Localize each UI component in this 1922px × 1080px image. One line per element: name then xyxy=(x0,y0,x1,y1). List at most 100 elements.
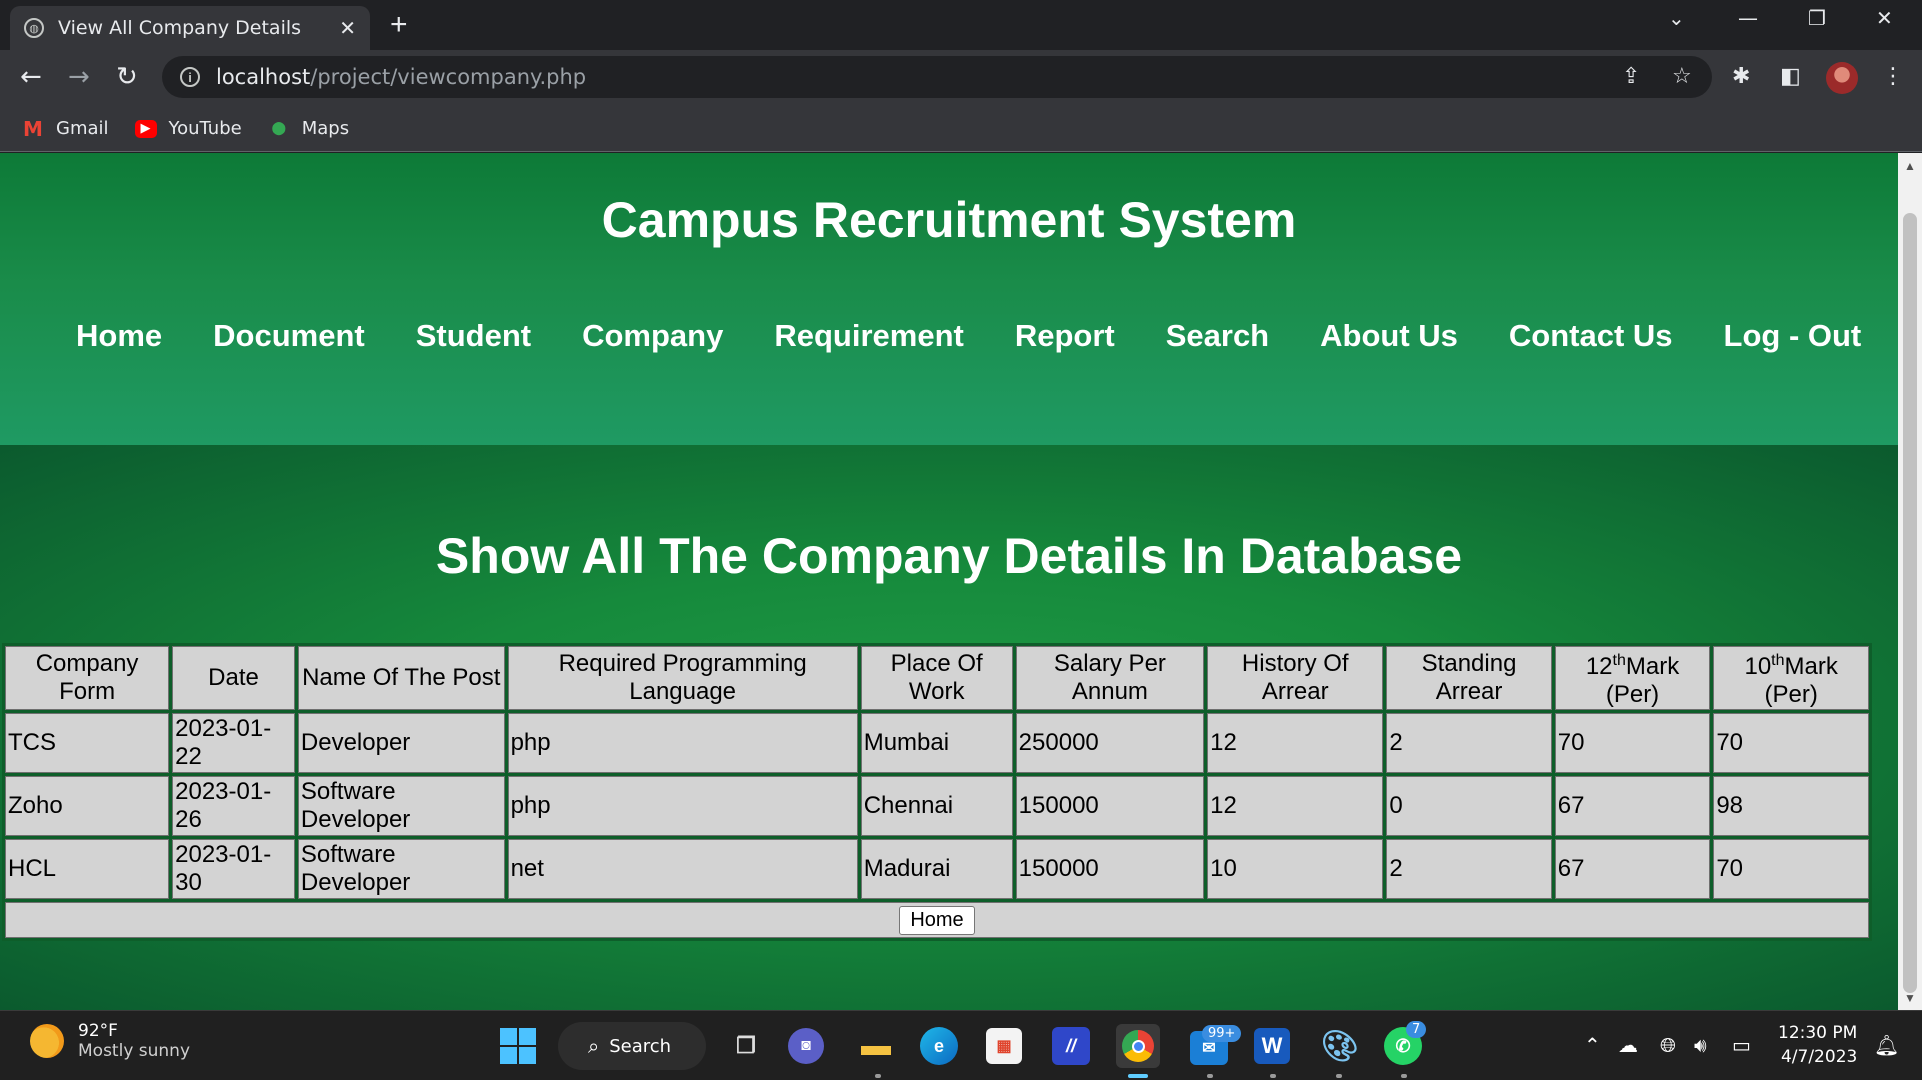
close-tab-icon[interactable]: ✕ xyxy=(339,16,356,41)
profile-avatar[interactable] xyxy=(1826,62,1858,94)
minimize-icon[interactable]: — xyxy=(1738,6,1758,30)
volume-icon[interactable]: 🔊︎ xyxy=(1694,1033,1707,1057)
page-heading: Show All The Company Details In Database xyxy=(435,528,1463,584)
scrollbar-thumb[interactable] xyxy=(1903,213,1917,993)
nav-document[interactable]: Document xyxy=(213,318,365,354)
teams-chat-icon[interactable]: ◙ xyxy=(788,1028,824,1064)
file-explorer-icon[interactable]: ▬ xyxy=(854,1024,898,1068)
url-path: /project/viewcompany.php xyxy=(310,65,587,89)
table-cell: 10 xyxy=(1207,839,1384,899)
nav-student[interactable]: Student xyxy=(416,318,531,354)
show-hidden-icons-chevron[interactable]: ⌃ xyxy=(1584,1033,1601,1057)
column-header: Company Form xyxy=(5,646,170,710)
gmail-icon: M xyxy=(23,116,43,141)
site-info-icon[interactable]: i xyxy=(180,67,200,87)
bookmark-youtube[interactable]: ▶ YouTube xyxy=(134,118,242,139)
new-tab-icon[interactable]: + xyxy=(390,8,408,42)
bookmarks-bar: M Gmail ▶ YouTube ⬤ Maps xyxy=(0,106,1922,152)
share-icon[interactable]: ⇪ xyxy=(1622,64,1640,89)
table-cell: 67 xyxy=(1554,839,1711,899)
mail-badge: 99+ xyxy=(1202,1025,1242,1042)
nav-company[interactable]: Company xyxy=(582,318,723,354)
table-row: Zoho 2023-01-26 Software Developer php C… xyxy=(5,776,1869,836)
chrome-icon[interactable] xyxy=(1116,1024,1160,1068)
close-window-icon[interactable]: ✕ xyxy=(1876,6,1893,30)
app-launcher-icon[interactable]: // xyxy=(1052,1027,1090,1065)
table-cell: 2023-01-30 xyxy=(172,839,295,899)
address-bar[interactable]: i localhost/project/viewcompany.php ⇪ ☆ xyxy=(162,56,1712,98)
forward-arrow-icon[interactable]: → xyxy=(68,62,90,92)
running-indicator xyxy=(875,1074,881,1078)
footer-cell: Home xyxy=(5,902,1869,938)
column-header: Date xyxy=(172,646,295,710)
windows-start-icon[interactable] xyxy=(496,1024,540,1068)
table-cell: 2 xyxy=(1386,713,1552,773)
youtube-icon: ▶ xyxy=(134,119,157,138)
bookmark-star-icon[interactable]: ☆ xyxy=(1672,64,1692,89)
notification-bell-icon[interactable]: 🔔︎ xyxy=(1874,1033,1899,1057)
onedrive-error-icon[interactable]: ☁ xyxy=(1618,1033,1638,1057)
edge-browser-icon[interactable]: e xyxy=(920,1027,958,1065)
back-arrow-icon[interactable]: ← xyxy=(20,62,42,92)
header-superscript: th xyxy=(1771,652,1785,669)
restore-icon[interactable]: ❐ xyxy=(1808,6,1826,30)
maps-pin-icon: ⬤ xyxy=(271,121,286,136)
table-cell: 67 xyxy=(1554,776,1711,836)
whatsapp-icon[interactable]: ✆ 7 xyxy=(1384,1021,1427,1065)
more-menu-icon[interactable]: ⋮ xyxy=(1882,64,1904,89)
globe-icon: ◍ xyxy=(24,18,44,38)
nav-contact-us[interactable]: Contact Us xyxy=(1509,318,1673,354)
extensions-puzzle-icon[interactable]: ✱ xyxy=(1732,64,1750,89)
table-cell: Software Developer xyxy=(297,839,505,899)
bookmark-gmail[interactable]: M Gmail xyxy=(22,116,108,141)
nav-log-out[interactable]: Log - Out xyxy=(1724,318,1862,354)
table-cell: 2023-01-26 xyxy=(172,776,295,836)
system-clock[interactable]: 12:30 PM 4/7/2023 xyxy=(1778,1021,1857,1069)
nav-home[interactable]: Home xyxy=(76,318,162,354)
site-title: Campus Recruitment System xyxy=(601,192,1297,248)
clock-date: 4/7/2023 xyxy=(1780,1047,1858,1067)
company-table: Company Form Date Name Of The Post Requi… xyxy=(2,643,1872,941)
page-scrollbar[interactable]: ▲ ▼ xyxy=(1898,153,1922,1010)
bookmark-maps[interactable]: ⬤ Maps xyxy=(268,118,349,139)
search-icon: ⌕ xyxy=(588,1034,600,1058)
tab-search-chevron-icon[interactable]: ⌄ xyxy=(1668,6,1685,30)
running-indicator xyxy=(1270,1074,1276,1078)
running-indicator xyxy=(1207,1074,1213,1078)
nav-search[interactable]: Search xyxy=(1166,318,1269,354)
table-cell: Software Developer xyxy=(297,776,505,836)
table-cell: 70 xyxy=(1713,713,1869,773)
weather-widget[interactable]: 92°F Mostly sunny xyxy=(30,1021,190,1061)
table-cell: Chennai xyxy=(860,776,1013,836)
column-header: History Of Arrear xyxy=(1207,646,1384,710)
active-tab[interactable]: ◍ View All Company Details ✕ xyxy=(10,6,370,50)
scroll-down-icon[interactable]: ▼ xyxy=(1904,991,1916,1005)
table-cell: php xyxy=(507,776,858,836)
scroll-up-icon[interactable]: ▲ xyxy=(1904,159,1916,173)
bookmark-label: YouTube xyxy=(168,118,242,139)
paint-icon[interactable]: 🎨︎ xyxy=(1318,1024,1362,1068)
reload-icon[interactable]: ↻ xyxy=(116,62,138,92)
column-header: 12thMark (Per) xyxy=(1554,646,1711,710)
task-view-icon[interactable]: ❐ xyxy=(724,1024,768,1068)
column-header: 10thMark (Per) xyxy=(1713,646,1869,710)
nav-report[interactable]: Report xyxy=(1015,318,1115,354)
taskbar-search[interactable]: ⌕ Search xyxy=(558,1022,706,1070)
word-icon[interactable]: W xyxy=(1254,1028,1290,1064)
network-globe-icon[interactable]: 🌐︎ xyxy=(1660,1033,1676,1057)
column-header: Name Of The Post xyxy=(297,646,505,710)
table-cell: php xyxy=(507,713,858,773)
table-cell: 70 xyxy=(1713,839,1869,899)
side-panel-icon[interactable]: ◧ xyxy=(1780,64,1801,89)
table-cell: 0 xyxy=(1386,776,1552,836)
battery-icon[interactable]: ▭ xyxy=(1732,1033,1751,1057)
microsoft-store-icon[interactable]: ▦ xyxy=(986,1028,1022,1064)
nav-requirement[interactable]: Requirement xyxy=(774,318,963,354)
table-cell: Developer xyxy=(297,713,505,773)
table-cell: 12 xyxy=(1207,713,1384,773)
bookmark-label: Maps xyxy=(301,118,350,139)
home-button[interactable]: Home xyxy=(899,906,975,935)
table-cell: 2023-01-22 xyxy=(172,713,295,773)
mail-icon[interactable]: ✉ 99+ xyxy=(1190,1025,1242,1065)
nav-about-us[interactable]: About Us xyxy=(1320,318,1458,354)
